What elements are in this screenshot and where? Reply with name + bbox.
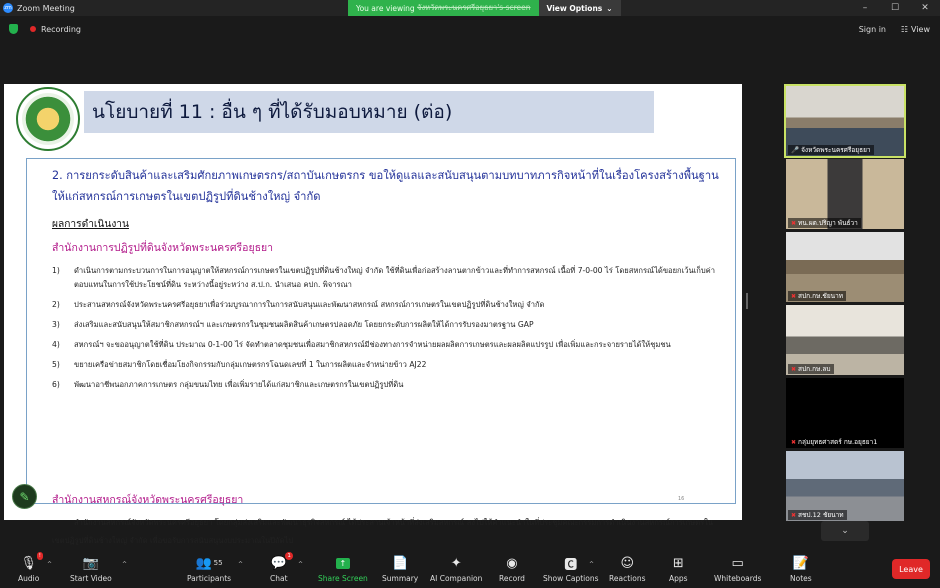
gallery-scroll-down-button[interactable]: ⌄ bbox=[821, 521, 869, 541]
viewing-notice: You are viewing จังหวัดพระนครศรีอยุธยา's… bbox=[348, 0, 539, 16]
video-tile[interactable]: ✖ ทน.ผต.ปริญา พันธ์วา bbox=[786, 159, 904, 229]
chat-icon: 💬 1 bbox=[270, 552, 293, 571]
view-options-button[interactable]: View Options ⌄ bbox=[538, 0, 621, 16]
chevron-down-icon: ⌄ bbox=[841, 526, 849, 536]
notes-button[interactable]: 📝 Notes bbox=[790, 554, 812, 584]
participants-button[interactable]: 👥 55 Participants bbox=[187, 554, 231, 584]
participant-name: 🎤 จังหวัดพระนครศรีอยุธยา bbox=[788, 145, 874, 155]
reactions-button[interactable]: ☺ Reactions bbox=[609, 554, 645, 584]
participants-count: 55 bbox=[213, 559, 223, 567]
participant-name: ✖ สปก.กษ.ชัยนาท bbox=[788, 291, 847, 301]
list-item: 3) ส่งเสริมและสนับสนุนให้สมาชิกสหกรณ์ฯ แล… bbox=[52, 320, 534, 329]
list-item: 5) ขยายเครือข่ายสมาชิกโดยเชื่อมโยงกิจกรรม… bbox=[52, 360, 427, 369]
minimize-button[interactable]: – bbox=[850, 0, 880, 16]
sparkle-icon: ✦ bbox=[450, 555, 462, 571]
video-tile[interactable]: 🎤 จังหวัดพระนครศรีอยุธยา bbox=[784, 84, 906, 158]
summary-icon: 📄 bbox=[392, 555, 409, 571]
participants-options-caret[interactable]: ^ bbox=[238, 561, 243, 568]
participant-name: ✖ กลุ่มยุทธศาสตร์ กษ.อยุธยา1 bbox=[788, 437, 881, 447]
participants-icon: 👥 55 bbox=[195, 555, 223, 571]
whiteboard-icon: ▭ bbox=[731, 555, 744, 571]
participant-name: ✖ ทน.ผต.ปริญา พันธ์วา bbox=[788, 218, 861, 228]
notes-icon: 📝 bbox=[792, 555, 809, 571]
start-video-button[interactable]: 📷 Start Video bbox=[70, 554, 112, 584]
window-title: Zoom Meeting bbox=[17, 3, 75, 13]
recording-label[interactable]: Recording bbox=[41, 25, 81, 34]
office-heading-cooperative: สำนักงานสหกรณ์จังหวัดพระนครศรีอยุธยา bbox=[52, 494, 244, 506]
maximize-button[interactable]: ☐ bbox=[880, 0, 910, 16]
share-screen-button[interactable]: ↑ Share Screen bbox=[318, 554, 368, 583]
audio-options-caret[interactable]: ^ bbox=[47, 561, 52, 568]
mic-muted-icon: ✖ bbox=[791, 511, 797, 519]
apps-icon: ⊞ bbox=[672, 555, 684, 571]
slide-page-number: 16 bbox=[678, 496, 685, 502]
video-options-caret[interactable]: ^ bbox=[122, 561, 127, 568]
slide-content-frame: 2. การยกระดับสินค้าและเสริมศักยภาพเกษตรก… bbox=[26, 158, 736, 545]
ai-companion-button[interactable]: ✦ AI Companion bbox=[430, 554, 482, 584]
mic-muted-icon: ✖ bbox=[791, 219, 797, 227]
result-list: 1) ดำเนินการตามกระบวนการในการอนุญาตให้สหก… bbox=[52, 264, 722, 398]
record-icon: ◉ bbox=[506, 555, 518, 571]
zoom-app-icon: zm bbox=[3, 3, 13, 13]
microphone-icon: 🎙! bbox=[20, 552, 43, 571]
slide-title: นโยบายที่ 11 : อื่น ๆ ที่ได้รับมอบหมาย (… bbox=[84, 91, 654, 133]
apps-button[interactable]: ⊞ Apps bbox=[669, 554, 688, 584]
window-controls: – ☐ ✕ bbox=[850, 0, 940, 16]
mic-muted-icon: ✖ bbox=[791, 292, 797, 300]
share-screen-icon: ↑ bbox=[335, 554, 350, 572]
summary-button[interactable]: 📄 Summary bbox=[382, 554, 418, 584]
office-heading-land-reform: สำนักงานการปฏิรูปที่ดินจังหวัดพระนครศรีอ… bbox=[52, 242, 274, 254]
list-item: 1) ดำเนินการตามกระบวนการในการอนุญาตให้สหก… bbox=[52, 266, 716, 289]
list-item: 2) ประสานสหกรณ์จังหวัดพระนครศรีอยุธยาเพื่… bbox=[52, 300, 545, 309]
security-shield-icon[interactable] bbox=[9, 24, 18, 34]
record-button[interactable]: ◉ Record bbox=[499, 554, 525, 584]
captions-options-caret[interactable]: ^ bbox=[589, 561, 594, 568]
show-captions-button[interactable]: 🅲 Show Captions bbox=[543, 554, 599, 584]
list-item: 6) พัฒนาอาชีพนอกภาคการเกษตร กลุ่มขนมไทย เ… bbox=[52, 380, 404, 389]
view-button[interactable]: ☷ View bbox=[901, 25, 930, 34]
close-button[interactable]: ✕ bbox=[910, 0, 940, 16]
video-tile[interactable]: ✖ กลุ่มยุทธศาสตร์ กษ.อยุธยา1 bbox=[786, 378, 904, 448]
chat-button[interactable]: 💬 1 Chat bbox=[270, 552, 293, 583]
audio-button[interactable]: 🎙! Audio bbox=[18, 552, 43, 583]
recording-dot-icon bbox=[30, 26, 36, 32]
video-tile[interactable]: ✖ สชป.12 ชัยนาท bbox=[786, 451, 904, 521]
chat-options-caret[interactable]: ^ bbox=[298, 561, 303, 568]
grid-icon: ☷ bbox=[900, 25, 909, 34]
screen-share-banner: You are viewing จังหวัดพระนครศรีอยุธยา's… bbox=[348, 0, 621, 16]
whiteboards-button[interactable]: ▭ Whiteboards bbox=[714, 554, 761, 584]
sign-in-link[interactable]: Sign in bbox=[859, 25, 886, 34]
reactions-icon: ☺ bbox=[620, 555, 635, 571]
captions-icon: 🅲 bbox=[564, 557, 578, 573]
meeting-toolbar: 🎙! Audio ^ 📷 Start Video ^ 👥 55 Participa… bbox=[0, 548, 940, 588]
mic-on-icon: 🎤 bbox=[791, 146, 800, 154]
view-options-label: View Options bbox=[546, 3, 603, 13]
annotate-pen-icon[interactable]: ✎ bbox=[12, 484, 37, 509]
mic-muted-icon: ✖ bbox=[791, 438, 797, 446]
window-titlebar: zm Zoom Meeting You are viewing จังหวัดพ… bbox=[0, 0, 940, 16]
view-label: View bbox=[911, 25, 930, 34]
participant-name: ✖ สปก.กษ.ลบ bbox=[788, 364, 834, 374]
viewing-prefix: You are viewing bbox=[356, 3, 415, 13]
result-label: ผลการดำเนินงาน bbox=[52, 219, 129, 230]
cooperative-paragraph: สำนักงานสหกรณ์จังหวัดพระนครศรีอยุธยา โดย… bbox=[52, 518, 714, 545]
mic-muted-icon: ✖ bbox=[791, 365, 797, 373]
list-item: 4) สหกรณ์ฯ จะขออนุญาตใช้ที่ดิน ประมาณ 0-1… bbox=[52, 340, 671, 349]
participant-name: ✖ สชป.12 ชัยนาท bbox=[788, 510, 847, 520]
video-tile[interactable]: ✖ สปก.กษ.ชัยนาท bbox=[786, 232, 904, 302]
shared-slide: นโยบายที่ 11 : อื่น ๆ ที่ได้รับมอบหมาย (… bbox=[4, 84, 742, 545]
video-tile[interactable]: ✖ สปก.กษ.ลบ bbox=[786, 305, 904, 375]
leave-button[interactable]: Leave bbox=[892, 559, 930, 579]
alro-logo bbox=[16, 87, 80, 151]
video-off-icon: 📷 bbox=[82, 555, 99, 571]
viewing-presenter-name: จังหวัดพระนครศรีอยุธยา's screen bbox=[417, 3, 531, 12]
chevron-down-icon: ⌄ bbox=[606, 3, 613, 13]
panel-resize-handle[interactable] bbox=[746, 293, 748, 309]
meeting-topbar: Recording Sign in ☷ View bbox=[0, 16, 940, 42]
slide-heading: 2. การยกระดับสินค้าและเสริมศักยภาพเกษตรก… bbox=[52, 169, 719, 203]
